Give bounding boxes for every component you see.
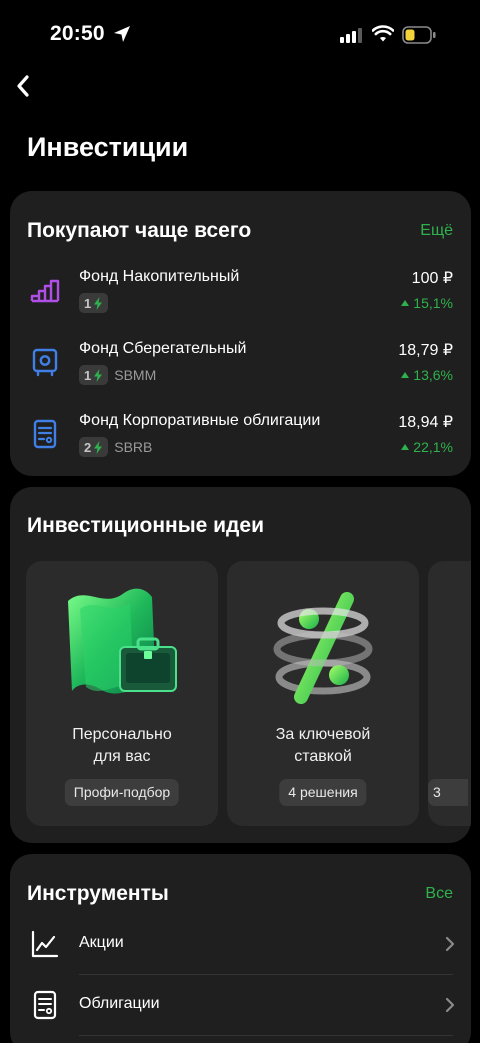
all-link[interactable]: Все (425, 885, 453, 903)
fund-name: Фонд Корпоративные облигации (79, 412, 321, 429)
idea-title-line: ставкой (294, 748, 352, 765)
status-time: 20:50 (50, 22, 105, 45)
idea-title-line: Персонально (72, 726, 172, 743)
back-button[interactable] (10, 70, 36, 102)
divider (79, 974, 453, 975)
risk-level: 1 (84, 367, 92, 383)
fund-row[interactable]: Фонд Сберегательный 1 SBMM 18,79 ₽ 13,6% (10, 337, 471, 397)
fund-name: Фонд Накопительный (79, 268, 240, 285)
location-arrow-icon (114, 26, 130, 42)
popular-funds-card: Покупают чаще всего Ещё Фонд Накопительн… (10, 191, 471, 476)
bond-document-icon (33, 419, 57, 449)
fund-change: 22,1% (401, 439, 453, 455)
risk-level: 1 (84, 295, 92, 311)
more-link[interactable]: Ещё (420, 222, 453, 240)
idea-tag: Профи-подбор (64, 779, 180, 806)
idea-card[interactable]: За ключевой ставкой 4 решения (227, 561, 419, 826)
fund-row[interactable]: Фонд Корпоративные облигации 2 SBRB 18,9… (10, 409, 471, 469)
lightning-icon (94, 368, 103, 382)
risk-badge: 2 (79, 437, 109, 457)
fund-change-value: 13,6% (413, 367, 453, 383)
fund-name: Фонд Сберегательный (79, 340, 247, 357)
percent-spiral-illustration (273, 592, 373, 704)
idea-title-line: За ключевой (275, 726, 371, 743)
fund-change: 13,6% (401, 367, 453, 383)
lightning-icon (94, 296, 103, 310)
divider (79, 1035, 453, 1036)
status-bar: 20:50 (0, 0, 480, 70)
fund-price: 18,79 ₽ (398, 342, 453, 359)
risk-level: 2 (84, 439, 92, 455)
instrument-label: Облигации (79, 995, 160, 1012)
idea-tag: 3 (428, 779, 468, 806)
triangle-up-icon (401, 444, 410, 450)
instrument-row-bonds[interactable]: Облигации (10, 977, 471, 1033)
idea-card[interactable]: 3 (428, 561, 471, 826)
fund-ticker: SBMM (114, 367, 157, 383)
fund-price: 100 ₽ (411, 270, 453, 287)
bar-chart-icon (30, 279, 60, 303)
fund-price: 18,94 ₽ (398, 414, 453, 431)
fund-change: 15,1% (401, 295, 453, 311)
risk-badge: 1 (79, 365, 109, 385)
lightning-icon (94, 440, 103, 454)
popular-funds-title: Покупают чаще всего (27, 219, 252, 242)
safe-icon (32, 348, 58, 377)
cellular-signal-icon (340, 28, 362, 43)
instruments-card: Инструменты Все Акции Облигации (10, 854, 471, 1043)
investment-ideas-title: Инвестиционные идеи (27, 514, 264, 537)
instrument-row-stocks[interactable]: Акции (10, 916, 471, 972)
page-title: Инвестиции (27, 132, 189, 162)
wifi-icon (372, 25, 394, 42)
chevron-left-icon (17, 75, 29, 97)
fund-change-value: 15,1% (413, 295, 453, 311)
instrument-label: Акции (79, 934, 124, 951)
risk-badge: 1 (79, 293, 109, 313)
fund-meta: 1 SBMM (79, 365, 156, 385)
idea-title-line: для вас (93, 748, 151, 765)
fund-meta: 2 SBRB (79, 437, 152, 457)
bond-document-icon (33, 990, 57, 1020)
fund-ticker: SBRB (114, 439, 153, 455)
fund-meta: 1 (79, 293, 114, 313)
investment-ideas-card: Инвестиционные идеи Персонально для вас … (10, 487, 471, 843)
idea-tag: 4 решения (279, 779, 367, 806)
idea-title: Персонально для вас (26, 724, 218, 768)
chevron-right-icon (445, 997, 455, 1013)
battery-icon (402, 26, 436, 44)
stock-chart-icon (31, 930, 59, 958)
chevron-right-icon (445, 936, 455, 952)
instruments-title: Инструменты (27, 882, 169, 905)
triangle-up-icon (401, 372, 410, 378)
idea-card[interactable]: Персонально для вас Профи-подбор (26, 561, 218, 826)
fund-change-value: 22,1% (413, 439, 453, 455)
triangle-up-icon (401, 300, 410, 306)
idea-title: За ключевой ставкой (227, 724, 419, 768)
money-and-briefcase-illustration (68, 588, 177, 694)
fund-row[interactable]: Фонд Накопительный 1 100 ₽ 15,1% (10, 265, 471, 325)
